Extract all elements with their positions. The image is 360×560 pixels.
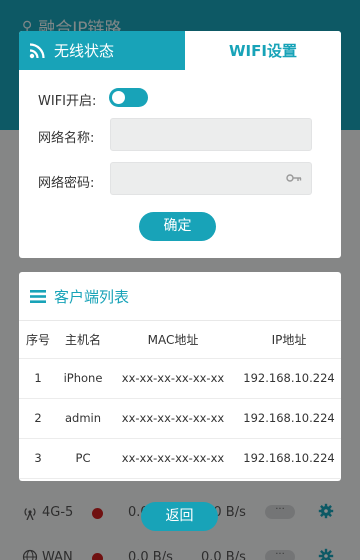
cell-index: 3 bbox=[19, 438, 57, 479]
table-header-row: 序号 主机名 MAC地址 IP地址 bbox=[19, 321, 341, 359]
cell-index: 2 bbox=[19, 398, 57, 439]
ssid-input[interactable] bbox=[110, 118, 312, 151]
cell-hostname: iPhone bbox=[57, 358, 109, 399]
wifi-icon bbox=[29, 43, 45, 59]
back-button[interactable]: 返回 bbox=[141, 502, 218, 531]
tab-label: WIFI设置 bbox=[229, 42, 297, 60]
password-input[interactable] bbox=[110, 162, 312, 195]
wifi-settings-modal: 无线状态 WIFI设置 WIFI开启: 网络名称: 网络密码: 确定 bbox=[19, 31, 341, 258]
client-list-title: 客户端列表 bbox=[54, 287, 130, 306]
toggle-knob bbox=[112, 91, 125, 104]
cell-hostname: PC bbox=[57, 438, 109, 479]
cell-ip: 192.168.10.224 bbox=[237, 358, 341, 399]
tab-wifi-settings[interactable]: WIFI设置 bbox=[185, 31, 341, 70]
client-list-header: 客户端列表 bbox=[19, 272, 341, 321]
column-header: 主机名 bbox=[57, 321, 109, 359]
client-list-card: 客户端列表 序号 主机名 MAC地址 IP地址 1 iPhone xx-xx-x… bbox=[19, 272, 341, 481]
column-header: 序号 bbox=[19, 321, 57, 359]
wifi-enable-toggle[interactable] bbox=[109, 88, 148, 107]
cell-ip: 192.168.10.224 bbox=[237, 398, 341, 439]
cell-index: 1 bbox=[19, 358, 57, 399]
table-row: 1 iPhone xx-xx-xx-xx-xx-xx 192.168.10.22… bbox=[19, 358, 341, 399]
confirm-button[interactable]: 确定 bbox=[139, 212, 216, 241]
table-row: 3 PC xx-xx-xx-xx-xx-xx 192.168.10.224 bbox=[19, 438, 341, 479]
wifi-tabs: 无线状态 WIFI设置 bbox=[19, 31, 341, 70]
column-header: IP地址 bbox=[237, 321, 341, 359]
cell-hostname: admin bbox=[57, 398, 109, 439]
cell-ip: 192.168.10.224 bbox=[237, 438, 341, 479]
client-table: 序号 主机名 MAC地址 IP地址 1 iPhone xx-xx-xx-xx-x… bbox=[19, 321, 341, 479]
table-row: 2 admin xx-xx-xx-xx-xx-xx 192.168.10.224 bbox=[19, 398, 341, 439]
tab-wireless-status[interactable]: 无线状态 bbox=[19, 31, 185, 70]
column-header: MAC地址 bbox=[109, 321, 237, 359]
wifi-enable-label: WIFI开启: bbox=[38, 94, 97, 109]
tab-label: 无线状态 bbox=[54, 42, 115, 60]
list-icon bbox=[30, 289, 46, 303]
key-icon[interactable] bbox=[286, 173, 302, 183]
ssid-label: 网络名称: bbox=[38, 131, 95, 146]
cell-mac: xx-xx-xx-xx-xx-xx bbox=[109, 438, 237, 479]
cell-mac: xx-xx-xx-xx-xx-xx bbox=[109, 398, 237, 439]
password-label: 网络密码: bbox=[38, 176, 95, 191]
cell-mac: xx-xx-xx-xx-xx-xx bbox=[109, 358, 237, 399]
